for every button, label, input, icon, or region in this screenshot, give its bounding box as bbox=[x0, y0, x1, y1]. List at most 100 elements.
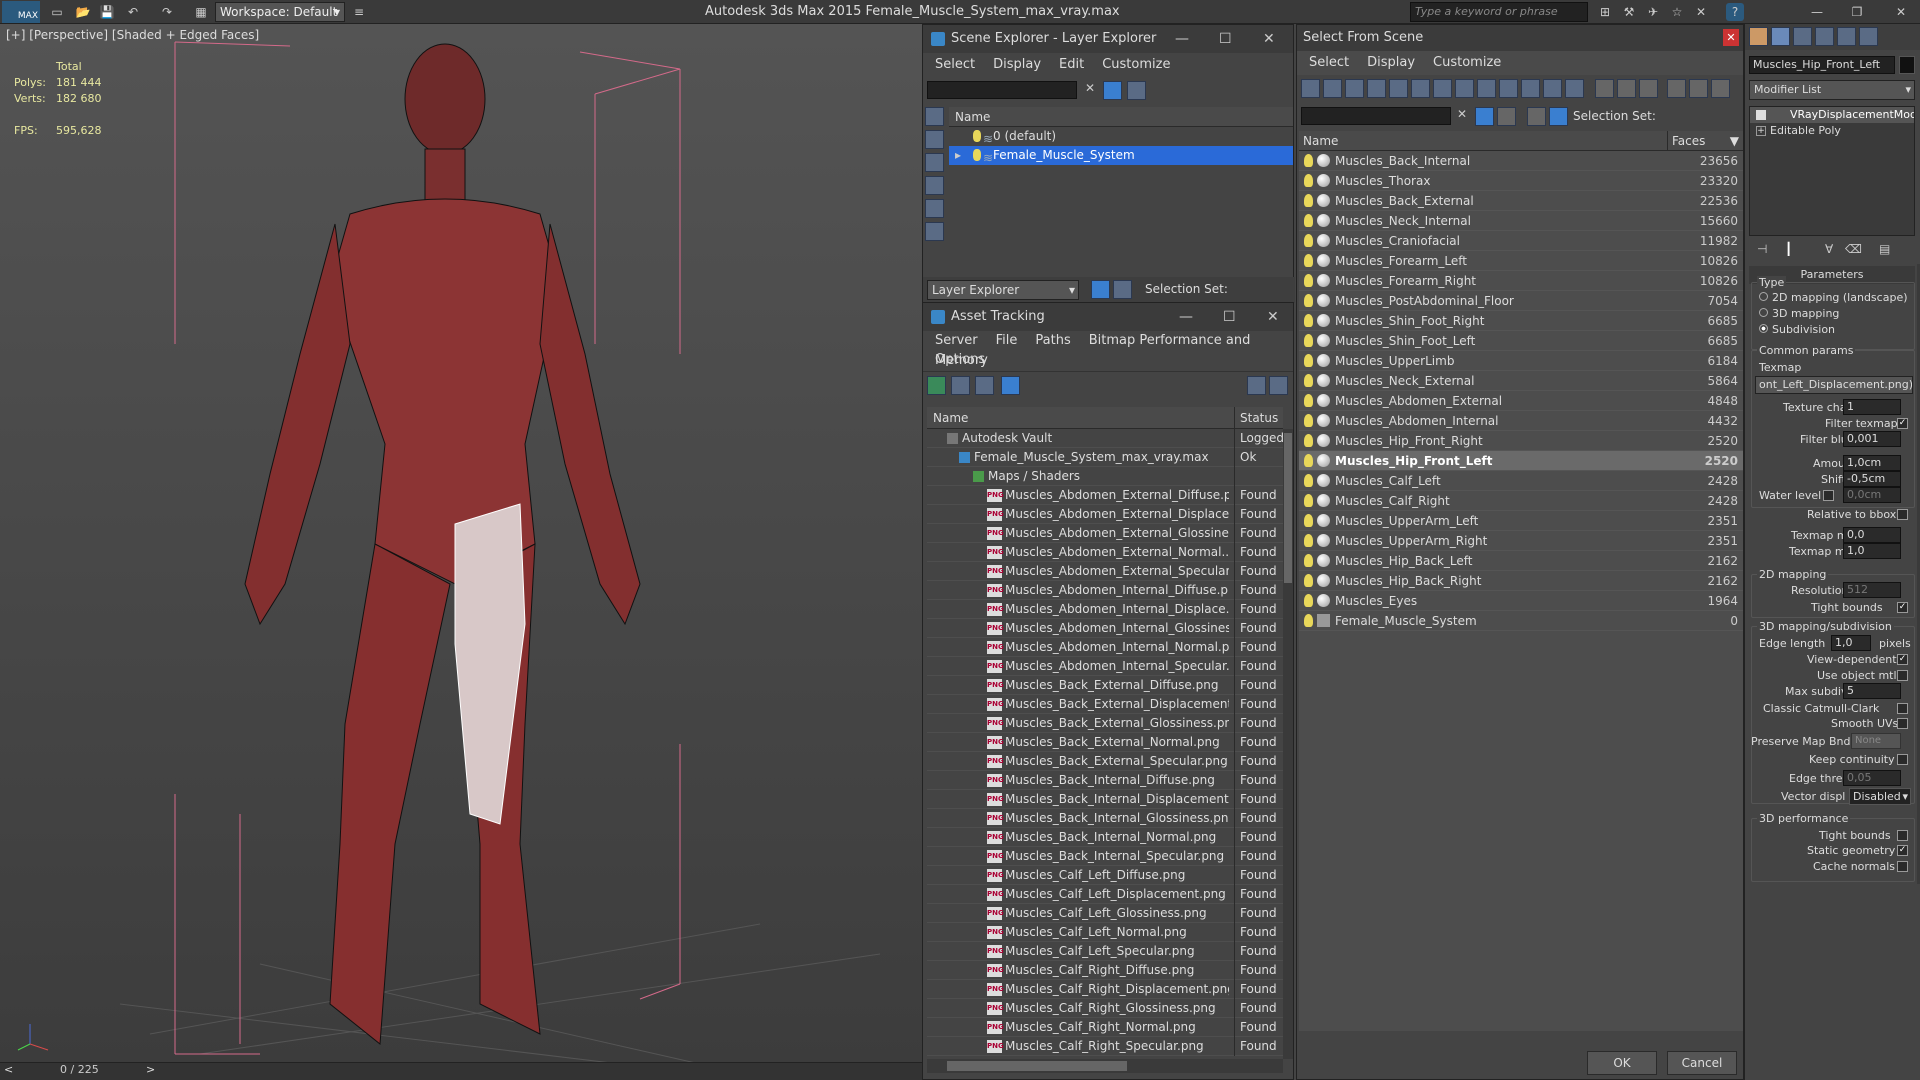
select-invert-icon[interactable] bbox=[1639, 79, 1658, 98]
cancel-button[interactable]: Cancel bbox=[1667, 1051, 1737, 1075]
asset-file-row[interactable]: PNGMuscles_Back_Internal_Displacement...… bbox=[927, 790, 1283, 809]
water-level-checkbox[interactable] bbox=[1823, 490, 1834, 501]
lightbulb-icon[interactable] bbox=[1304, 514, 1313, 527]
stack-item-editable-poly[interactable]: + Editable Poly bbox=[1750, 123, 1914, 139]
lightbulb-icon[interactable] bbox=[1304, 594, 1313, 607]
resolution-spinner[interactable]: 512 bbox=[1843, 582, 1901, 598]
lightbulb-icon[interactable] bbox=[1304, 534, 1313, 547]
scene-object-row[interactable]: Muscles_Craniofacial 11982 bbox=[1299, 231, 1743, 251]
texmap-min-spinner[interactable]: 0,0 bbox=[1843, 527, 1901, 543]
close-icon[interactable]: ✕ bbox=[1723, 29, 1739, 46]
asset-file-row[interactable]: PNGMuscles_Abdomen_Internal_Normal.p... F… bbox=[927, 638, 1283, 657]
groups-filter-icon[interactable] bbox=[1433, 79, 1452, 98]
asset-file-row[interactable]: PNGMuscles_Abdomen_Internal_Glossines...… bbox=[927, 619, 1283, 638]
type-2d-radio[interactable]: 2D mapping (landscape) bbox=[1759, 291, 1908, 304]
display-helpers-icon[interactable] bbox=[925, 222, 944, 241]
lightbulb-icon[interactable] bbox=[1304, 294, 1313, 307]
asset-col-name[interactable]: Name bbox=[933, 407, 968, 429]
help-icon[interactable] bbox=[1247, 376, 1266, 395]
asset-file-row[interactable]: PNGMuscles_Abdomen_External_Normal.... Fo… bbox=[927, 543, 1283, 562]
modify-tab-icon[interactable] bbox=[1771, 27, 1790, 46]
lightbulb-icon[interactable] bbox=[1304, 414, 1313, 427]
display-objects-icon[interactable] bbox=[925, 107, 944, 126]
minimize-icon[interactable]: — bbox=[1175, 25, 1189, 53]
asset-vscrollbar[interactable] bbox=[1283, 429, 1293, 1059]
close-icon[interactable]: ✕ bbox=[1267, 303, 1279, 331]
options-icon[interactable] bbox=[1127, 81, 1146, 100]
asset-file-row[interactable]: PNGMuscles_Abdomen_Internal_Specular....… bbox=[927, 657, 1283, 676]
layers-icon[interactable] bbox=[1527, 107, 1546, 126]
shapes-filter-icon[interactable] bbox=[1323, 79, 1342, 98]
lightbulb-icon[interactable] bbox=[1304, 434, 1313, 447]
expand-icon[interactable]: + bbox=[1756, 126, 1766, 136]
asset-file-row[interactable]: PNGMuscles_Back_External_Displacement...… bbox=[927, 695, 1283, 714]
lightbulb-icon[interactable] bbox=[1756, 110, 1766, 120]
hierarchy-mode-icon[interactable] bbox=[1549, 107, 1568, 126]
scene-object-row[interactable]: Muscles_UpperLimb 6184 bbox=[1299, 351, 1743, 371]
asset-file-row[interactable]: PNGMuscles_Calf_Right_Displacement.png Fo… bbox=[927, 980, 1283, 999]
expand-icon[interactable]: ▸ bbox=[955, 146, 961, 165]
table-view-icon[interactable] bbox=[1001, 376, 1020, 395]
lightbulb-icon[interactable] bbox=[973, 149, 981, 161]
asset-file-row[interactable]: PNGMuscles_Back_Internal_Normal.png Found bbox=[927, 828, 1283, 847]
tight-bounds-2-checkbox[interactable] bbox=[1897, 830, 1908, 841]
filter-icon[interactable] bbox=[1475, 107, 1494, 126]
scene-object-row[interactable]: Muscles_Neck_Internal 15660 bbox=[1299, 211, 1743, 231]
x-icon[interactable]: ✕ bbox=[1692, 3, 1710, 21]
scene-object-row[interactable]: Muscles_Hip_Back_Right 2162 bbox=[1299, 571, 1743, 591]
asset-col-status[interactable]: Status bbox=[1234, 407, 1278, 429]
asset-file-row[interactable]: PNGMuscles_Calf_Left_Glossiness.png Found bbox=[927, 904, 1283, 923]
lightbulb-icon[interactable] bbox=[1304, 574, 1313, 587]
layer-mode-icon[interactable] bbox=[1091, 280, 1110, 299]
layer-name-header[interactable]: Name bbox=[949, 107, 1293, 127]
binoculars-icon[interactable]: ⊞ bbox=[1596, 3, 1614, 21]
asset-file-row[interactable]: PNGMuscles_Back_Internal_Diffuse.png Foun… bbox=[927, 771, 1283, 790]
time-prev-icon[interactable]: < bbox=[4, 1063, 13, 1076]
catmull-clark-checkbox[interactable] bbox=[1897, 703, 1908, 714]
water-level-spinner[interactable]: 0,0cm bbox=[1843, 487, 1901, 503]
frozen-filter-icon[interactable] bbox=[1521, 79, 1540, 98]
scene-object-row[interactable]: Muscles_PostAbdominal_Floor 7054 bbox=[1299, 291, 1743, 311]
open-file-icon[interactable]: 📂 bbox=[74, 3, 92, 21]
scene-object-row[interactable]: Muscles_Hip_Front_Right 2520 bbox=[1299, 431, 1743, 451]
containers-filter-icon[interactable] bbox=[1499, 79, 1518, 98]
select-all-icon[interactable] bbox=[1595, 79, 1614, 98]
display-shapes-icon[interactable] bbox=[925, 153, 944, 172]
vector-displ-dropdown[interactable]: Disabled ▾ bbox=[1849, 788, 1911, 805]
time-slider[interactable]: < 0 / 225 > bbox=[0, 1062, 922, 1080]
scene-object-row[interactable]: Muscles_Calf_Right 2428 bbox=[1299, 491, 1743, 511]
app-logo[interactable]: MAX bbox=[2, 1, 40, 23]
hierarchy-icon[interactable] bbox=[1113, 280, 1132, 299]
asset-file-row[interactable]: PNGMuscles_Calf_Left_Diffuse.png Found bbox=[927, 866, 1283, 885]
perspective-viewport[interactable]: [+] [Perspective] [Shaded + Edged Faces]… bbox=[0, 24, 922, 1072]
smooth-uvs-checkbox[interactable] bbox=[1897, 718, 1908, 729]
scene-object-row[interactable]: Muscles_Eyes 1964 bbox=[1299, 591, 1743, 611]
layer-row-default[interactable]: ≋ 0 (default) bbox=[949, 127, 1293, 146]
scene-object-row[interactable]: Muscles_Back_External 22536 bbox=[1299, 191, 1743, 211]
stack-item-vraydisplacement[interactable]: VRayDisplacementMod bbox=[1750, 107, 1914, 123]
scene-object-row[interactable]: Muscles_Shin_Foot_Left 6685 bbox=[1299, 331, 1743, 351]
type-3d-radio[interactable]: 3D mapping bbox=[1759, 307, 1839, 320]
list-view-icon[interactable] bbox=[951, 376, 970, 395]
asset-file-row[interactable]: PNGMuscles_Back_External_Diffuse.png Foun… bbox=[927, 676, 1283, 695]
menu-server[interactable]: Server bbox=[935, 333, 978, 348]
asset-file-row[interactable]: PNGMuscles_Abdomen_Internal_Diffuse.p...… bbox=[927, 581, 1283, 600]
create-tab-icon[interactable] bbox=[1749, 27, 1768, 46]
menu-display[interactable]: Display bbox=[1367, 55, 1415, 70]
asset-file-row[interactable]: PNGMuscles_Calf_Right_Glossiness.png Foun… bbox=[927, 999, 1283, 1018]
undo-icon[interactable]: ↶ bbox=[124, 3, 142, 21]
menu-file[interactable]: File bbox=[996, 333, 1018, 348]
scene-object-row[interactable]: Muscles_Shin_Foot_Right 6685 bbox=[1299, 311, 1743, 331]
asset-file-row[interactable]: PNGMuscles_Abdomen_External_Specular....… bbox=[927, 562, 1283, 581]
redo-icon[interactable]: ↷ bbox=[158, 3, 176, 21]
static-geometry-checkbox[interactable]: ✓ bbox=[1897, 845, 1908, 856]
scene-object-row[interactable]: Muscles_Forearm_Left 10826 bbox=[1299, 251, 1743, 271]
clear-icon[interactable]: ✕ bbox=[1457, 107, 1467, 121]
asset-file-row[interactable]: PNGMuscles_Abdomen_External_Diffuse.p...… bbox=[927, 486, 1283, 505]
use-object-mtl-checkbox[interactable] bbox=[1897, 670, 1908, 681]
settings-icon[interactable] bbox=[1269, 376, 1288, 395]
asset-file-row[interactable]: PNGMuscles_Back_Internal_Specular.png Fou… bbox=[927, 847, 1283, 866]
thumbnail-view-icon[interactable] bbox=[975, 376, 994, 395]
modifier-list-dropdown[interactable]: Modifier List ▾ bbox=[1749, 80, 1915, 100]
asset-file-row[interactable]: PNGMuscles_Calf_Left_Specular.png Found bbox=[927, 942, 1283, 961]
